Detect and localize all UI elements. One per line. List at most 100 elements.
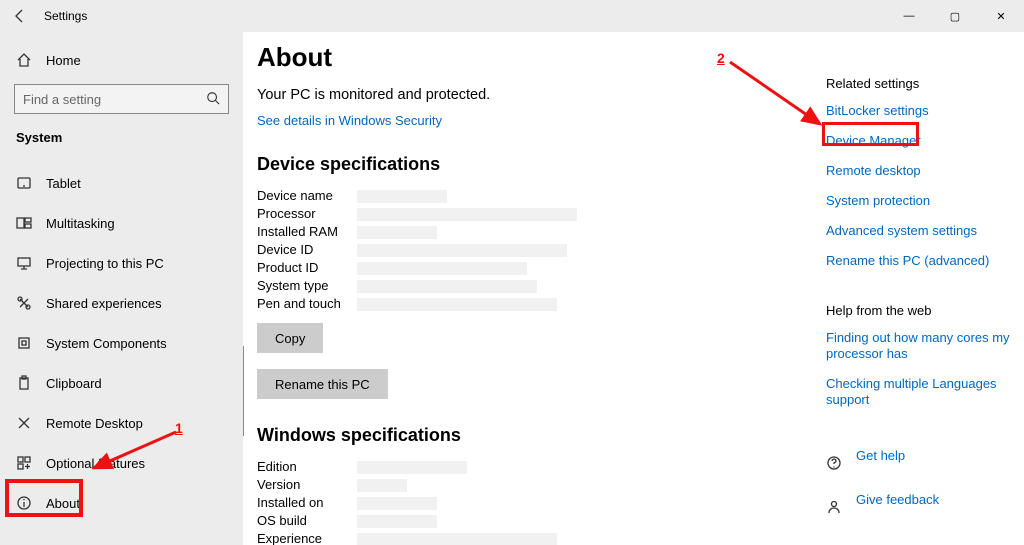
right-column: Related settings BitLocker settings Devic… <box>826 70 1016 536</box>
web-help-link[interactable]: Checking multiple Languages support <box>826 376 1016 408</box>
windows-spec-value-redacted <box>357 497 437 510</box>
windows-spec-row: Version <box>257 476 793 494</box>
sidebar-home[interactable]: Home <box>0 42 243 78</box>
page-title: About <box>257 42 793 73</box>
get-help-link[interactable]: Get help <box>856 448 905 464</box>
related-link-remote-desktop[interactable]: Remote desktop <box>826 163 1016 179</box>
copy-button[interactable]: Copy <box>257 323 323 353</box>
close-button[interactable]: ✕ <box>978 0 1024 32</box>
device-spec-value-redacted <box>357 280 537 293</box>
search-input[interactable]: Find a setting <box>14 84 229 114</box>
sidebar-item-label: Remote Desktop <box>46 416 143 431</box>
tablet-icon <box>16 175 32 191</box>
sidebar: Home Find a setting System Tablet Multita… <box>0 32 243 545</box>
sidebar-item-label: Multitasking <box>46 216 115 231</box>
sidebar-item-multitasking[interactable]: Multitasking <box>0 203 243 243</box>
device-spec-value-redacted <box>357 244 567 257</box>
device-spec-row: Device ID <box>257 241 793 259</box>
components-icon <box>16 335 32 351</box>
device-spec-label: Pen and touch <box>257 295 357 313</box>
windows-spec-label: Installed on <box>257 494 357 512</box>
device-spec-label: Installed RAM <box>257 223 357 241</box>
windows-spec-label: Edition <box>257 458 357 476</box>
multitasking-icon <box>16 215 32 231</box>
device-spec-value-redacted <box>357 208 577 221</box>
search-placeholder: Find a setting <box>23 92 101 107</box>
sidebar-home-label: Home <box>46 53 81 68</box>
device-spec-row: Processor <box>257 205 793 223</box>
sidebar-item-tablet[interactable]: Tablet <box>0 163 243 203</box>
device-spec-label: Device name <box>257 187 357 205</box>
project-icon <box>16 255 32 271</box>
related-link-bitlocker-settings[interactable]: BitLocker settings <box>826 103 1016 119</box>
sidebar-item-label: Clipboard <box>46 376 102 391</box>
get-help-icon <box>826 455 842 471</box>
sidebar-item-system-components[interactable]: System Components <box>0 323 243 363</box>
device-spec-row: Device name <box>257 187 793 205</box>
sidebar-section-header: System <box>0 124 243 151</box>
help-web-header: Help from the web <box>826 303 1016 318</box>
device-spec-label: Device ID <box>257 241 357 259</box>
related-link-system-protection[interactable]: System protection <box>826 193 1016 209</box>
sidebar-item-label: Projecting to this PC <box>46 256 164 271</box>
device-spec-value-redacted <box>357 226 437 239</box>
sidebar-item-optional-features[interactable]: Optional features <box>0 443 243 483</box>
device-spec-row: Pen and touch <box>257 295 793 313</box>
sidebar-item-label: Shared experiences <box>46 296 162 311</box>
device-spec-label: Product ID <box>257 259 357 277</box>
device-spec-value-redacted <box>357 262 527 275</box>
sidebar-item-projecting-to-this-pc[interactable]: Projecting to this PC <box>0 243 243 283</box>
windows-spec-value-redacted <box>357 533 557 545</box>
windows-spec-label: Version <box>257 476 357 494</box>
home-icon <box>16 52 32 68</box>
related-link-rename-this-pc-advanced-[interactable]: Rename this PC (advanced) <box>826 253 1016 269</box>
windows-spec-value-redacted <box>357 515 437 528</box>
main-content: About Your PC is monitored and protected… <box>243 32 803 545</box>
feedback-icon <box>826 499 842 515</box>
web-help-link[interactable]: Finding out how many cores my processor … <box>826 330 1016 362</box>
device-spec-value-redacted <box>357 190 447 203</box>
sidebar-item-label: System Components <box>46 336 167 351</box>
device-spec-label: Processor <box>257 205 357 223</box>
maximize-button[interactable]: ▢ <box>932 0 978 32</box>
related-link-device-manager[interactable]: Device Manager <box>826 133 1016 149</box>
device-spec-row: Product ID <box>257 259 793 277</box>
device-spec-row: System type <box>257 277 793 295</box>
annotation-label-2: 2 <box>717 50 725 66</box>
windows-spec-value-redacted <box>357 461 467 474</box>
related-link-advanced-system-settings[interactable]: Advanced system settings <box>826 223 1016 239</box>
search-icon <box>206 91 220 108</box>
windows-spec-row: Experience <box>257 530 793 545</box>
windows-spec-label: OS build <box>257 512 357 530</box>
sidebar-item-label: About <box>46 496 80 511</box>
minimize-button[interactable]: — <box>886 0 932 32</box>
annotation-label-1: 1 <box>175 420 183 436</box>
windows-specs-header: Windows specifications <box>257 425 793 446</box>
related-settings-header: Related settings <box>826 76 1016 91</box>
sidebar-item-shared-experiences[interactable]: Shared experiences <box>0 283 243 323</box>
give-feedback-link[interactable]: Give feedback <box>856 492 939 508</box>
shared-exp-icon <box>16 295 32 311</box>
back-button[interactable] <box>0 0 40 32</box>
sidebar-item-label: Tablet <box>46 176 81 191</box>
device-spec-value-redacted <box>357 298 557 311</box>
about-icon <box>16 495 32 511</box>
rename-pc-button[interactable]: Rename this PC <box>257 369 388 399</box>
protection-status: Your PC is monitored and protected. <box>257 87 793 103</box>
clipboard-icon <box>16 375 32 391</box>
sidebar-item-about[interactable]: About <box>0 483 243 523</box>
windows-security-link[interactable]: See details in Windows Security <box>257 113 442 128</box>
sidebar-item-label: Optional features <box>46 456 145 471</box>
windows-spec-row: Installed on <box>257 494 793 512</box>
windows-spec-label: Experience <box>257 530 357 545</box>
remote-desktop-icon <box>16 415 32 431</box>
scroll-indicator <box>243 346 244 436</box>
windows-spec-row: OS build <box>257 512 793 530</box>
sidebar-item-clipboard[interactable]: Clipboard <box>0 363 243 403</box>
device-spec-label: System type <box>257 277 357 295</box>
window-title: Settings <box>40 9 87 23</box>
windows-spec-row: Edition <box>257 458 793 476</box>
optional-feat-icon <box>16 455 32 471</box>
sidebar-item-remote-desktop[interactable]: Remote Desktop <box>0 403 243 443</box>
device-spec-row: Installed RAM <box>257 223 793 241</box>
